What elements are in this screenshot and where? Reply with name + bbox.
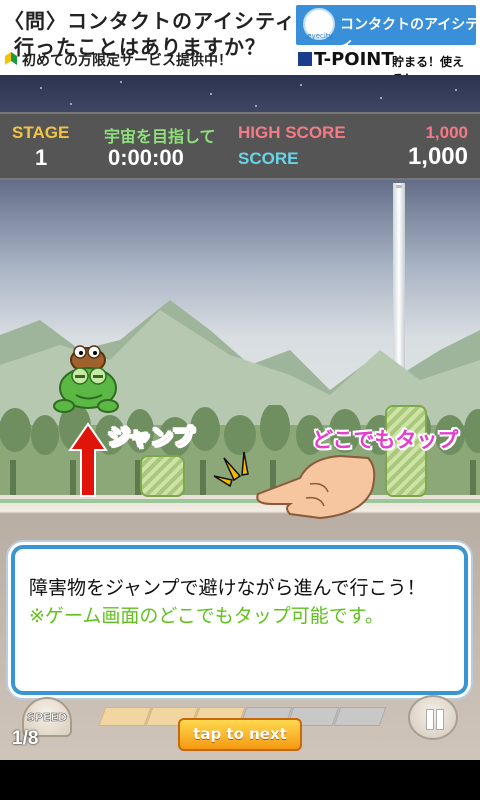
ad-logo-text: eyecity [307,32,333,40]
jump-hint-label: ジャンプ [107,426,195,452]
stage-label: STAGE [12,123,70,142]
score-hud: STAGE 1 宇宙を目指して 0:00:00 HIGH SCORE 1,000… [0,112,480,180]
score-label: SCORE [238,149,299,168]
high-score-value: 1,000 [425,123,468,142]
speed-segment [98,707,152,726]
speed-segment [333,707,387,726]
stage-value: 1 [35,145,48,170]
dialog-instruction: 障害物をジャンプで避けながら進んで行こう！ [29,577,426,599]
score-value: 1,000 [407,143,468,170]
ad-headline: 〈問〉コンタクトのアイシティに [4,9,317,33]
tpoint-text: T-POINT [314,49,394,70]
beginner-leaf-icon [5,52,17,65]
pause-button[interactable] [408,695,458,740]
frog-player [53,345,119,413]
tpoint-logo: T-POINT [298,49,394,70]
dialog-note: ※ゲーム画面のどこでもタップ可能です。 [29,605,384,627]
ad-brand-name: コンタクトのアイシティ [340,17,480,53]
tower-cap [396,185,402,188]
ad-subline: 初めての方限定サービス提供中！ [22,53,232,69]
elapsed-time: 0:00:00 [108,145,184,170]
obstacle-block [140,455,185,497]
ad-banner[interactable]: 〈問〉コンタクトのアイシティに 行ったことはありますか？ 初めての方限定サービス… [0,0,480,86]
high-score-label: HIGH SCORE [238,123,346,142]
tap-anywhere-label: どこでもタップ [312,428,459,452]
tpoint-icon [298,52,312,66]
tap-to-next-button[interactable]: tap to next [178,718,302,751]
bottom-bar [0,760,480,800]
jump-arrow-icon [68,422,108,497]
page-indicator: 1/8 [12,728,39,749]
grass-strip [0,499,480,503]
goal-label: 宇宙を目指して [104,129,216,146]
speed-label: SPEED [26,711,68,725]
tutorial-dialog: 障害物をジャンプで避けながら進んで行こう！ ※ゲーム画面のどこでもタップ可能です… [11,545,468,695]
pointing-hand-icon [256,454,376,520]
